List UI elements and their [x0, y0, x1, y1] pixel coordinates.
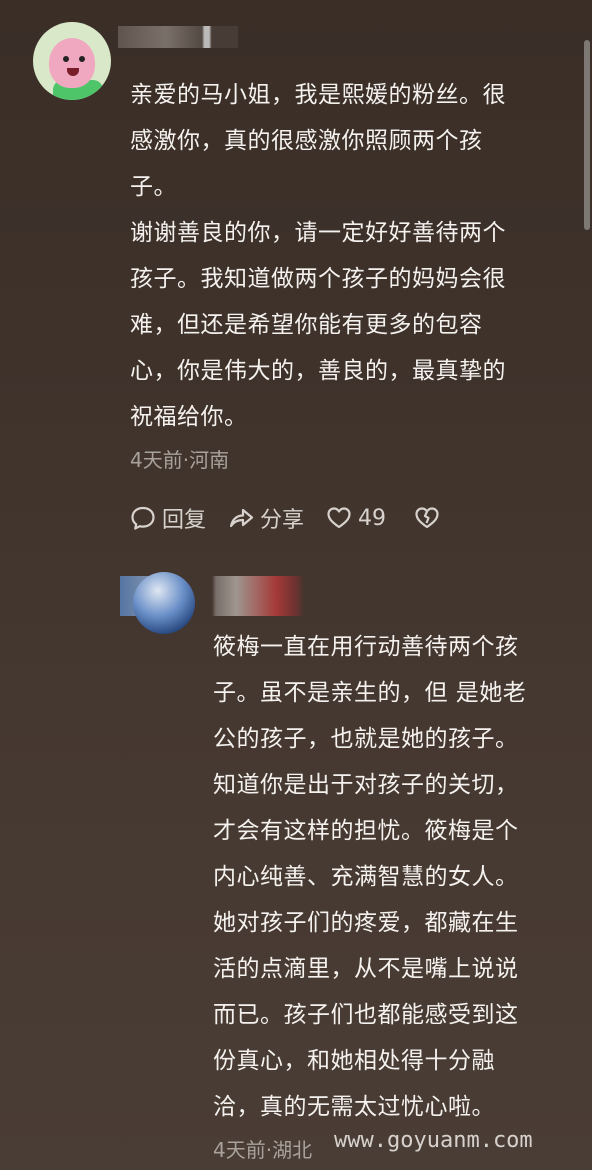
comment-line: 活的点滴里，从不是嘴上说说 — [213, 956, 519, 982]
comment-meta: 4天前·河南 — [130, 448, 230, 472]
comment-actions: 回复 分享 49 — [130, 502, 440, 534]
heart-icon — [327, 507, 351, 529]
comment-line: 子。虽不是亲生的，但 是她老 — [213, 680, 527, 706]
comment-line: 内心纯善、充满智慧的女人。 — [213, 864, 519, 890]
comment-body: 亲爱的马小姐，我是熙媛的粉丝。很 感激你，真的很感激你照顾两个孩 子。 谢谢善良… — [130, 72, 560, 440]
comment-line: 亲爱的马小姐，我是熙媛的粉丝。很 — [130, 82, 506, 108]
comment-line: 心，你是伟大的，善良的，最真挚的 — [130, 358, 506, 384]
comment-line: 份真心，和她相处得十分融 — [213, 1048, 495, 1074]
avatar-eye — [63, 56, 69, 62]
broken-heart-icon — [415, 507, 439, 529]
comment-line: 公的孩子，也就是她的孩子。 — [213, 726, 519, 752]
comment-line: 祝福给你。 — [130, 404, 248, 430]
dislike-button[interactable] — [414, 505, 440, 531]
avatar[interactable] — [33, 22, 111, 100]
share-label: 分享 — [260, 508, 305, 533]
comment-line: 知道你是出于对孩子的关切， — [213, 772, 519, 798]
comment-body: 筱梅一直在用行动善待两个孩 子。虽不是亲生的，但 是她老 公的孩子，也就是她的孩… — [213, 624, 573, 1130]
avatar-face — [49, 38, 95, 88]
comment-line: 感激你，真的很感激你照顾两个孩 — [130, 128, 483, 154]
reply-label: 回复 — [162, 508, 207, 533]
watermark: www.goyuanm.com — [334, 1128, 533, 1153]
comment-line: 谢谢善良的你，请一定好好善待两个 — [130, 220, 506, 246]
avatar[interactable] — [133, 572, 195, 634]
comment-line: 子。 — [130, 174, 177, 200]
share-arrow-icon — [229, 508, 254, 528]
comment-line: 筱梅一直在用行动善待两个孩 — [213, 634, 519, 660]
comment-meta: 4天前·湖北 — [213, 1138, 313, 1162]
share-button[interactable]: 分享 — [228, 502, 304, 534]
like-button[interactable]: 49 — [326, 505, 386, 531]
username-blurred[interactable] — [118, 26, 238, 48]
comment-line: 洽，真的无需太过忧心啦。 — [213, 1094, 495, 1120]
reply-button[interactable]: 回复 — [130, 502, 206, 534]
comment-bubble-icon — [131, 506, 155, 530]
like-count: 49 — [358, 505, 387, 531]
comment-line: 才会有这样的担忧。筱梅是个 — [213, 818, 519, 844]
comment-line: 孩子。我知道做两个孩子的妈妈会很 — [130, 266, 506, 292]
comment-line: 而已。孩子们也都能感受到这 — [213, 1002, 519, 1028]
avatar-eye — [79, 56, 85, 62]
comment-line: 她对孩子们的疼爱，都藏在生 — [213, 910, 519, 936]
comment-line: 难，但还是希望你能有更多的包容 — [130, 312, 483, 338]
scrollbar[interactable] — [584, 40, 590, 230]
